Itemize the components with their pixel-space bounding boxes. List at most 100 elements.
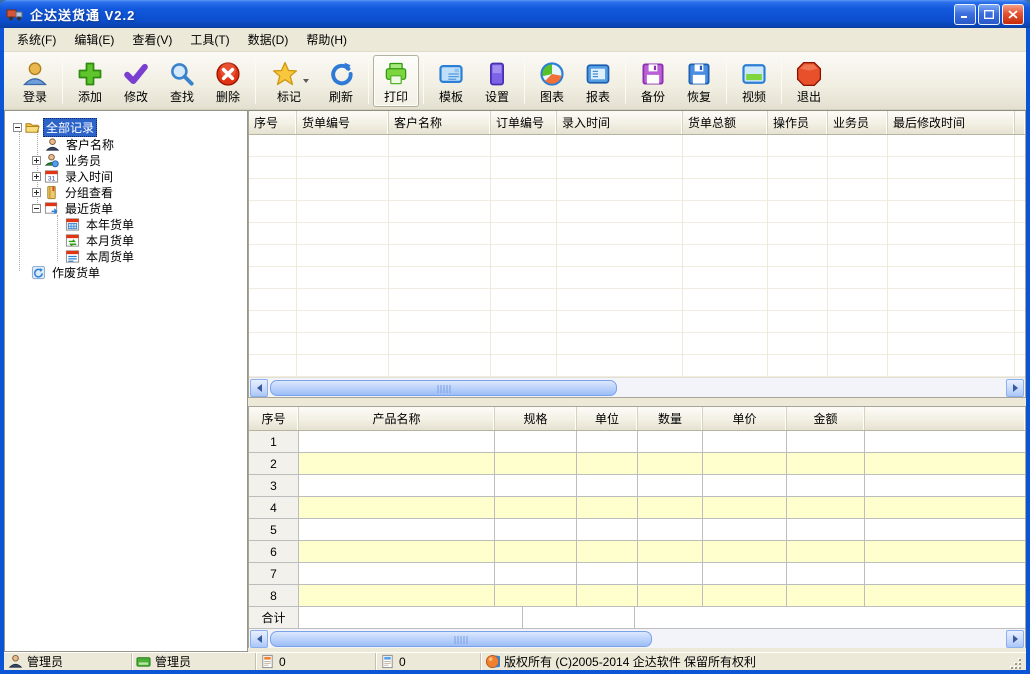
scroll-left-arrow[interactable] — [250, 630, 268, 648]
scrollbar-thumb[interactable] — [270, 631, 652, 647]
item-cell — [495, 519, 577, 541]
scrollbar-thumb[interactable] — [270, 380, 617, 396]
add-icon — [75, 59, 105, 89]
menu-view[interactable]: 查看(V) — [123, 28, 181, 51]
items-horizontal-scrollbar[interactable] — [249, 629, 1025, 649]
menu-tools[interactable]: 工具(T) — [181, 28, 238, 51]
tree-guide-line — [19, 127, 20, 271]
scroll-right-arrow[interactable] — [1006, 379, 1024, 397]
tree-item-void-orders[interactable]: 作废货单 — [31, 264, 103, 280]
title-bar[interactable]: 企达送货通 V2.2 — [0, 0, 1030, 28]
modify-button[interactable]: 修改 — [113, 55, 159, 107]
orders-col-filler — [1015, 111, 1025, 134]
orders-col-entry-time[interactable]: 录入时间 — [557, 111, 683, 134]
orders-grid-column — [389, 135, 491, 377]
menu-help[interactable]: 帮助(H) — [297, 28, 356, 51]
menu-data[interactable]: 数据(D) — [239, 28, 298, 51]
tree-expand-icon[interactable] — [32, 156, 41, 165]
toolbar-label: 图表 — [540, 91, 564, 104]
print-button[interactable]: 打印 — [373, 55, 419, 107]
menu-system[interactable]: 系统(F) — [8, 28, 65, 51]
settings-button[interactable]: 设置 — [474, 55, 520, 107]
orders-col-order-no[interactable]: 货单编号 — [297, 111, 389, 134]
tree-expand-icon[interactable] — [32, 172, 41, 181]
orders-horizontal-scrollbar[interactable] — [249, 377, 1025, 397]
total-quantity-cell — [523, 607, 635, 629]
close-button[interactable] — [1002, 4, 1024, 25]
status-copyright-section: 版权所有 (C)2005-2014 企达软件 保留所有权利 — [481, 653, 1026, 670]
items-col-amount[interactable]: 金额 — [787, 407, 865, 430]
restore-button[interactable]: 恢复 — [676, 55, 722, 107]
delete-button[interactable]: 删除 — [205, 55, 251, 107]
tree-item-all-records[interactable]: 全部记录 — [13, 119, 97, 135]
items-row: 2 — [249, 453, 1025, 475]
status-user-text: 管理员 — [27, 653, 63, 670]
find-button[interactable]: 查找 — [159, 55, 205, 107]
toolbar-separator — [625, 58, 626, 104]
row-number-cell: 2 — [249, 453, 299, 475]
item-cell — [787, 519, 865, 541]
items-col-product[interactable]: 产品名称 — [299, 407, 495, 430]
item-cell — [703, 497, 787, 519]
video-screen-icon — [739, 59, 769, 89]
items-col-unit[interactable]: 单位 — [577, 407, 638, 430]
menu-edit[interactable]: 编辑(E) — [65, 28, 123, 51]
status-count2-section: 0 — [376, 653, 481, 670]
template-button[interactable]: 模板 — [428, 55, 474, 107]
item-cell — [577, 497, 638, 519]
toolbar-label: 恢复 — [687, 91, 711, 104]
orders-col-operator[interactable]: 操作员 — [768, 111, 828, 134]
login-button[interactable]: 登录 — [12, 55, 58, 107]
items-col-qty[interactable]: 数量 — [638, 407, 703, 430]
item-cell — [638, 475, 703, 497]
orders-grid-column — [683, 135, 768, 377]
item-cell — [299, 519, 495, 541]
mark-dropdown-caret[interactable] — [303, 79, 309, 83]
resize-grip[interactable] — [1008, 656, 1022, 670]
tree-collapse-icon[interactable] — [13, 123, 22, 132]
items-col-spec[interactable]: 规格 — [495, 407, 577, 430]
items-col-price[interactable]: 单价 — [703, 407, 787, 430]
tree-collapse-icon[interactable] — [32, 204, 41, 213]
panel-splitter[interactable] — [248, 398, 1026, 406]
items-row: 1 — [249, 431, 1025, 453]
item-cell — [577, 563, 638, 585]
orders-col-modified[interactable]: 最后修改时间 — [888, 111, 1015, 134]
orders-col-seq[interactable]: 序号 — [249, 111, 297, 134]
chart-button[interactable]: 图表 — [529, 55, 575, 107]
backup-button[interactable]: 备份 — [630, 55, 676, 107]
refresh-button[interactable]: 刷新 — [318, 55, 364, 107]
item-cell — [577, 475, 638, 497]
modify-check-icon — [121, 59, 151, 89]
item-cell — [865, 431, 1025, 453]
ledger-book-icon — [44, 185, 59, 200]
item-cell — [495, 585, 577, 607]
orders-table-body[interactable] — [249, 135, 1025, 377]
report-button[interactable]: 报表 — [575, 55, 621, 107]
maximize-button[interactable] — [978, 4, 1000, 25]
content-area: 序号 货单编号 客户名称 订单编号 录入时间 货单总额 操作员 业务员 最后修改… — [248, 110, 1026, 652]
item-cell — [638, 563, 703, 585]
item-cell — [787, 453, 865, 475]
orders-col-po-no[interactable]: 订单编号 — [491, 111, 557, 134]
orders-col-customer[interactable]: 客户名称 — [389, 111, 491, 134]
exit-button[interactable]: 退出 — [786, 55, 832, 107]
item-cell — [495, 431, 577, 453]
items-col-filler — [865, 407, 1025, 430]
item-cell — [299, 453, 495, 475]
item-cell — [495, 453, 577, 475]
scroll-right-arrow[interactable] — [1006, 630, 1024, 648]
customer-icon — [45, 137, 60, 152]
toolbar-separator — [255, 58, 256, 104]
orders-grid-column — [297, 135, 389, 377]
scroll-left-arrow[interactable] — [250, 379, 268, 397]
video-button[interactable]: 视频 — [731, 55, 777, 107]
print-icon — [381, 59, 411, 89]
tree-expand-icon[interactable] — [32, 188, 41, 197]
orders-col-salesman[interactable]: 业务员 — [828, 111, 888, 134]
minimize-button[interactable] — [954, 4, 976, 25]
mark-button[interactable]: 标记 — [260, 55, 318, 107]
items-col-seq[interactable]: 序号 — [249, 407, 299, 430]
orders-col-total[interactable]: 货单总额 — [683, 111, 768, 134]
add-button[interactable]: 添加 — [67, 55, 113, 107]
